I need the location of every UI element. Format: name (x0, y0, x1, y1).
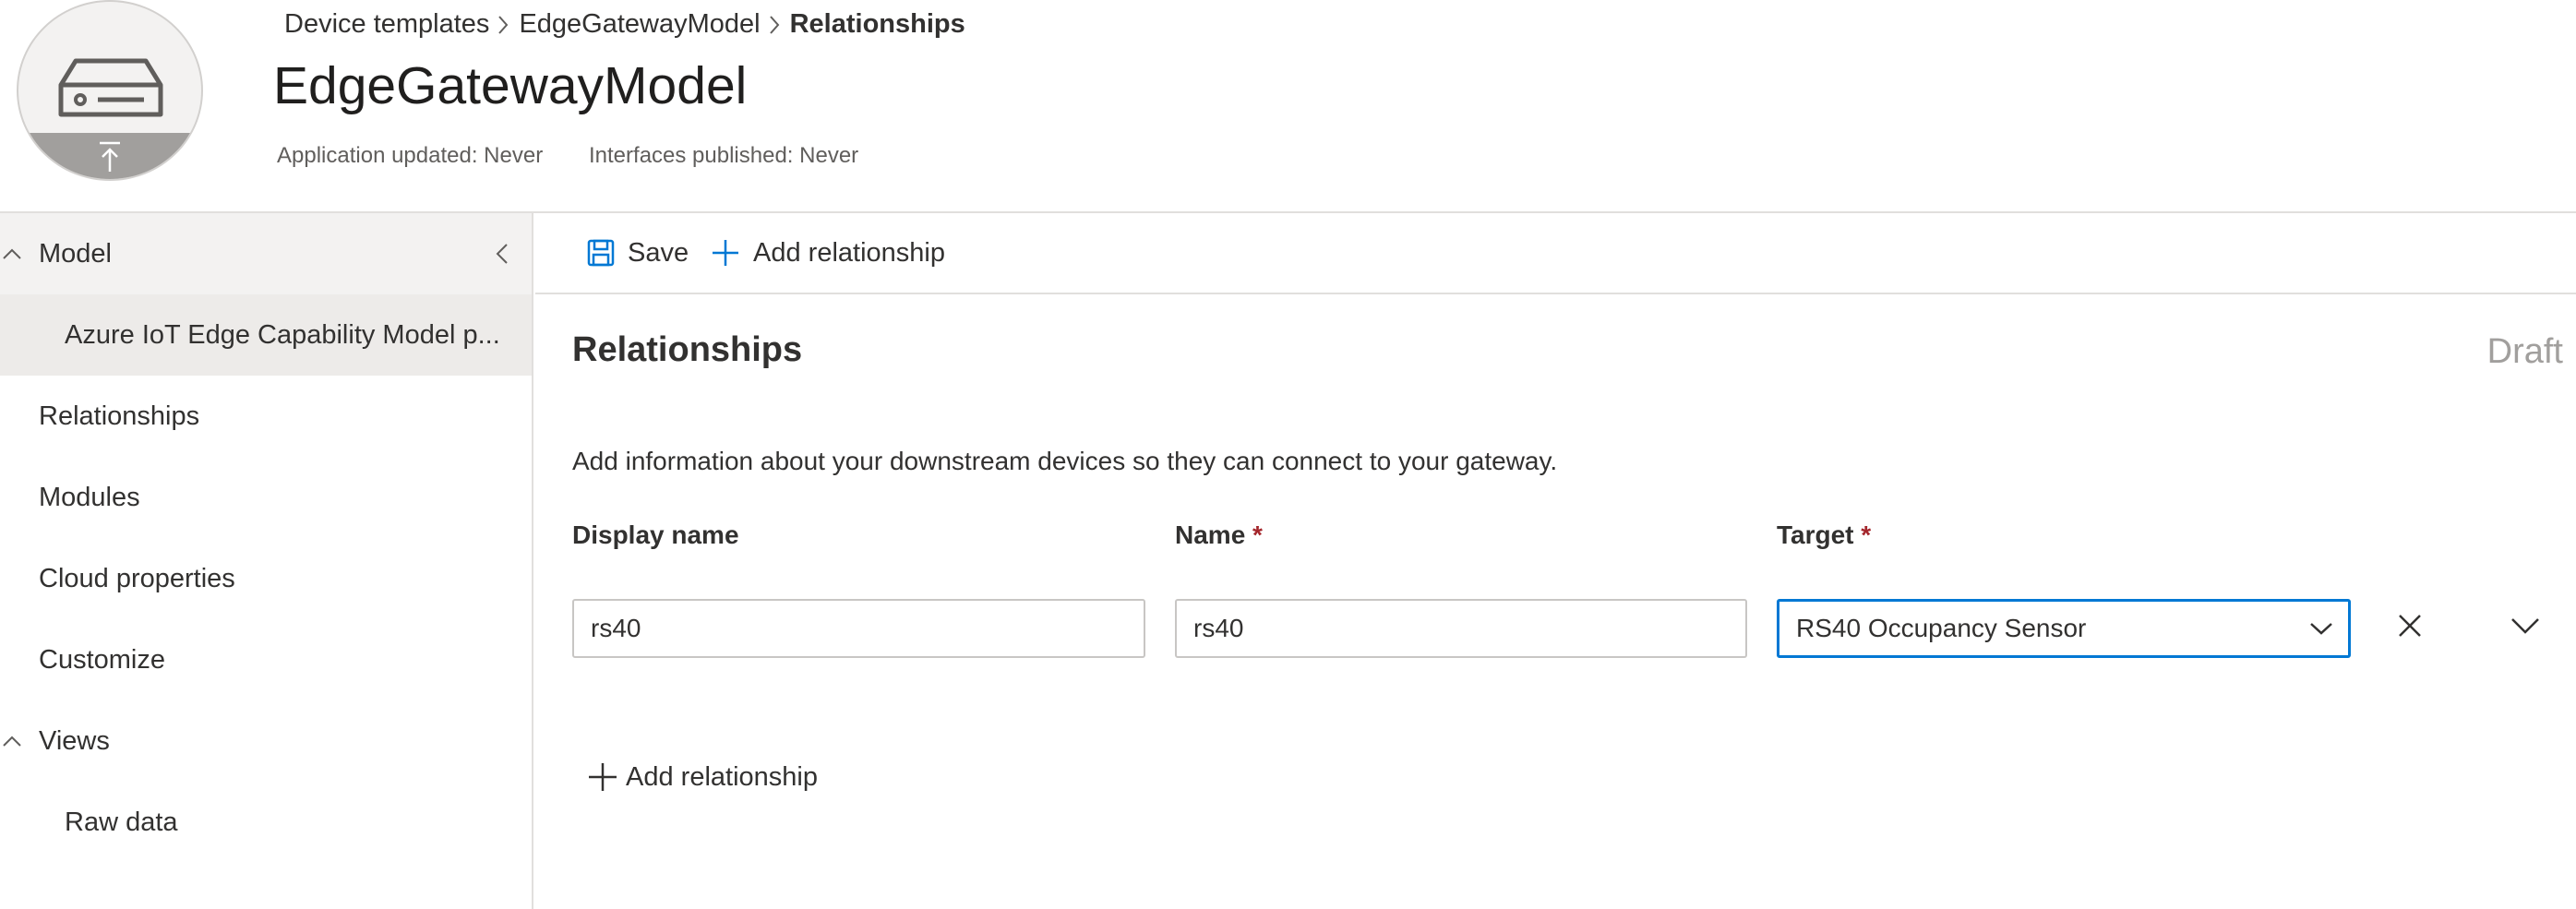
status-badge: Draft (2486, 332, 2563, 371)
sidebar-item-capability-model[interactable]: Azure IoT Edge Capability Model p... (0, 294, 532, 376)
application-updated: Application updated: Never (277, 143, 544, 168)
close-icon[interactable] (2397, 613, 2423, 639)
sidebar-item-relationships[interactable]: Relationships (0, 376, 532, 457)
chevron-left-icon[interactable] (496, 243, 509, 265)
sidebar-group-views[interactable]: Views (0, 700, 532, 782)
plus-icon (589, 763, 617, 791)
column-header-label: Target (1777, 520, 1854, 549)
sidebar-group-model[interactable]: Model (0, 213, 532, 294)
page-title: EdgeGatewayModel (273, 56, 748, 115)
breadcrumb-device-templates[interactable]: Device templates (284, 9, 489, 40)
breadcrumb-model[interactable]: EdgeGatewayModel (519, 9, 760, 40)
column-header-target: Target * (1777, 520, 1871, 550)
sidebar-item-label: Raw data (65, 807, 178, 837)
device-icon (58, 58, 163, 117)
display-name-field[interactable] (572, 599, 1145, 658)
sidebar-item-modules[interactable]: Modules (0, 457, 532, 538)
interfaces-published: Interfaces published: Never (589, 143, 859, 168)
save-label: Save (628, 237, 689, 268)
required-marker: * (1861, 520, 1872, 549)
sidebar-item-label: Relationships (39, 401, 200, 431)
chevron-up-icon[interactable] (2, 735, 22, 748)
chevron-down-icon (2310, 623, 2332, 635)
column-header-label: Display name (572, 520, 739, 549)
add-relationship-toolbar-button[interactable]: Add relationship (711, 213, 945, 293)
plus-icon (713, 240, 738, 266)
sidebar-item-label: Customize (39, 644, 165, 675)
target-selected-value: RS40 Occupancy Sensor (1796, 614, 2087, 642)
command-bar: Save Add relationship (535, 213, 2576, 294)
upload-band[interactable] (18, 133, 201, 179)
sidebar-item-label: Modules (39, 482, 140, 512)
sidebar-item-customize[interactable]: Customize (0, 619, 532, 700)
device-image[interactable] (17, 0, 203, 181)
sidebar: Model Azure IoT Edge Capability Model p.… (0, 213, 533, 909)
required-marker: * (1252, 520, 1263, 549)
target-dropdown[interactable]: RS40 Occupancy Sensor (1777, 599, 2351, 658)
add-relationship-label: Add relationship (753, 237, 945, 268)
section-description: Add information about your downstream de… (572, 447, 1558, 475)
column-header-label: Name (1175, 520, 1246, 549)
chevron-up-icon[interactable] (2, 247, 22, 260)
add-relationship-label: Add relationship (626, 761, 818, 792)
sidebar-item-cloud-properties[interactable]: Cloud properties (0, 538, 532, 619)
sidebar-item-label: Cloud properties (39, 563, 235, 593)
upload-icon (100, 141, 120, 172)
add-relationship-button[interactable]: Add relationship (587, 757, 818, 797)
chevron-down-icon[interactable] (2510, 616, 2540, 635)
name-field[interactable] (1175, 599, 1747, 658)
save-button[interactable]: Save (587, 213, 689, 293)
breadcrumb: Device templates EdgeGatewayModel Relati… (284, 6, 965, 42)
breadcrumb-current: Relationships (789, 8, 965, 39)
sidebar-group-label: Views (39, 725, 110, 756)
column-header-name: Name * (1175, 520, 1263, 550)
column-header-display-name: Display name (572, 520, 739, 550)
sidebar-item-raw-data[interactable]: Raw data (0, 782, 532, 863)
chevron-right-icon (761, 6, 790, 42)
section-title: Relationships (572, 330, 803, 369)
chevron-right-icon (489, 6, 519, 42)
sidebar-group-label: Model (39, 238, 112, 269)
sidebar-item-label: Azure IoT Edge Capability Model p... (65, 319, 500, 350)
save-icon (587, 239, 615, 267)
